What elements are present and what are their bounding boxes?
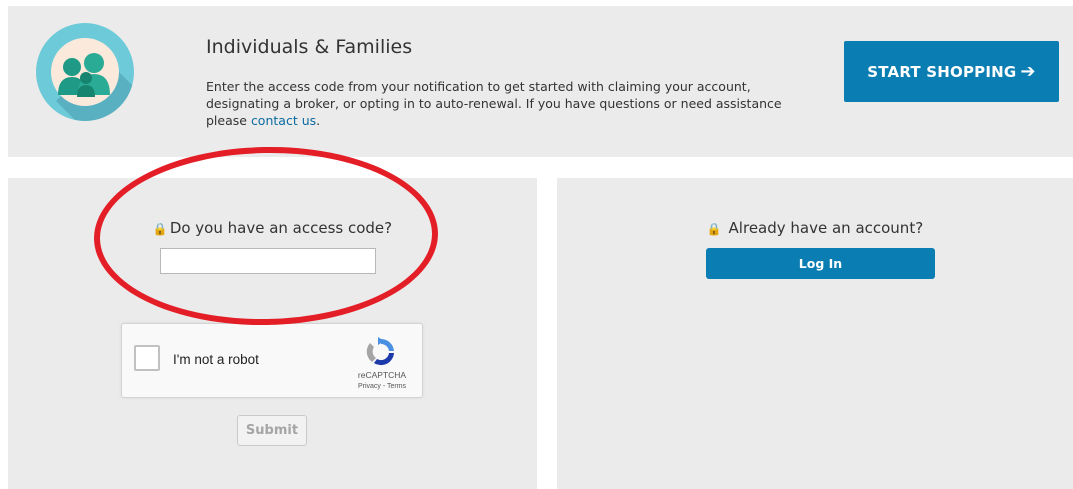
submit-button[interactable]: Submit bbox=[237, 415, 307, 446]
log-in-button[interactable]: Log In bbox=[706, 248, 935, 279]
account-label: 🔒 Already have an account? bbox=[557, 219, 1073, 237]
family-avatar-icon bbox=[36, 23, 134, 121]
recaptcha-brand: reCAPTCHA bbox=[357, 370, 407, 380]
start-shopping-button[interactable]: START SHOPPING ➔ bbox=[844, 41, 1059, 102]
banner-description: Enter the access code from your notifica… bbox=[206, 78, 821, 129]
contact-us-link[interactable]: contact us bbox=[251, 113, 316, 128]
start-shopping-label: START SHOPPING bbox=[867, 62, 1017, 81]
account-panel: 🔒 Already have an account? Log In bbox=[557, 178, 1073, 489]
banner-title: Individuals & Families bbox=[206, 36, 413, 58]
access-code-label: 🔒 Do you have an access code? bbox=[8, 219, 537, 237]
recaptcha-privacy-terms[interactable]: Privacy - Terms bbox=[348, 383, 416, 390]
access-code-input[interactable] bbox=[160, 248, 376, 274]
arrow-right-icon: ➔ bbox=[1020, 61, 1036, 82]
access-code-label-text: Do you have an access code? bbox=[169, 219, 393, 237]
lock-icon: 🔒 bbox=[706, 222, 722, 236]
top-banner: Individuals & Families Enter the access … bbox=[8, 6, 1073, 157]
recaptcha-logo-icon bbox=[366, 337, 394, 366]
banner-description-end: . bbox=[316, 113, 321, 128]
recaptcha-widget: I'm not a robot reCAPTCHA Privacy - Term… bbox=[121, 323, 423, 398]
account-label-text: Already have an account? bbox=[728, 219, 924, 237]
recaptcha-checkbox[interactable] bbox=[134, 345, 160, 371]
lock-icon: 🔒 bbox=[152, 222, 168, 236]
recaptcha-label: I'm not a robot bbox=[173, 352, 259, 367]
access-code-panel: 🔒 Do you have an access code? I'm not a r… bbox=[8, 178, 537, 489]
